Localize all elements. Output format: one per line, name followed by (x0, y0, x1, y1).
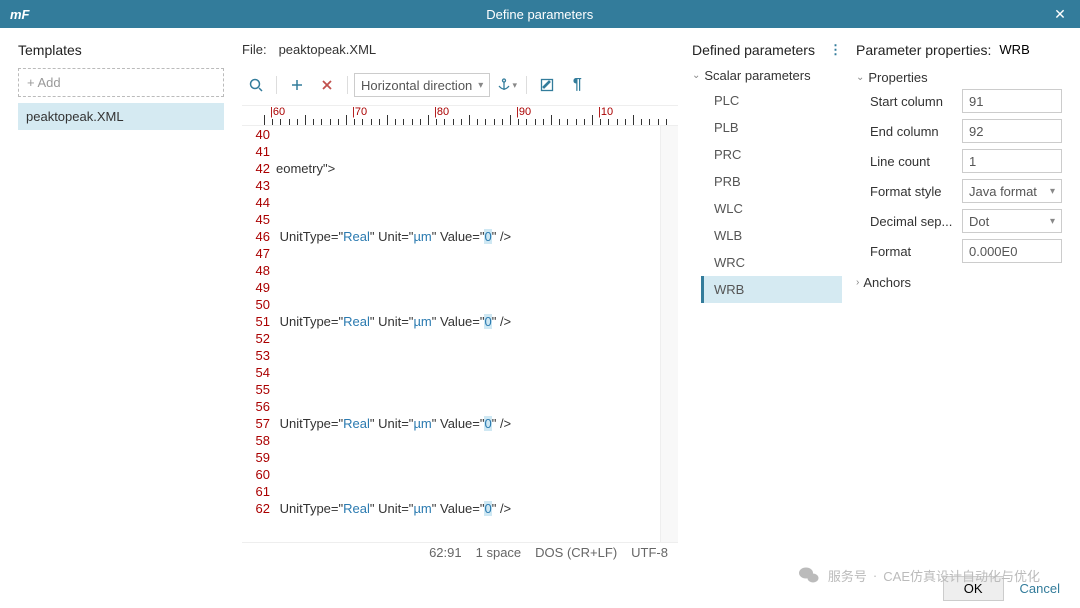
file-name: peaktopeak.XML (279, 42, 377, 57)
prop-end-column: End column (870, 119, 1062, 143)
editor-panel: File: peaktopeak.XML Horizontal directio… (234, 28, 686, 568)
scalar-group[interactable]: ⌄ Scalar parameters (692, 68, 842, 83)
footer: OK Cancel (0, 568, 1080, 608)
param-item[interactable]: PRB (704, 168, 842, 195)
anchors-section[interactable]: › Anchors (856, 275, 1062, 290)
status-indent: 1 space (476, 545, 522, 560)
file-label: File: (242, 42, 267, 57)
ruler: |60|70|80|90|10 (242, 105, 678, 125)
templates-heading: Templates (18, 42, 224, 58)
status-eol: DOS (CR+LF) (535, 545, 617, 560)
statusbar: 62:91 1 space DOS (CR+LF) UTF-8 (242, 542, 678, 562)
prop-format: Format (870, 239, 1062, 263)
status-position: 62:91 (429, 545, 462, 560)
code-editor[interactable]: 4041424344454647484950515253545556575859… (242, 125, 678, 542)
main-area: Templates + Add peaktopeak.XML File: pea… (0, 28, 1080, 568)
prop-start-column: Start column (870, 89, 1062, 113)
defined-heading: Defined parameters (692, 42, 815, 58)
add-template-button[interactable]: + Add (18, 68, 224, 97)
direction-select[interactable]: Horizontal direction ▾ (354, 73, 490, 97)
properties-panel: Parameter properties: WRB ⌄ Properties S… (846, 28, 1076, 568)
param-item[interactable]: WRB (701, 276, 842, 303)
format-input[interactable] (962, 239, 1062, 263)
param-item[interactable]: PLB (704, 114, 842, 141)
editor-toolbar: Horizontal direction ▾ ▾ ¶ (242, 69, 678, 101)
minimap[interactable] (660, 126, 678, 542)
props-name: WRB (999, 42, 1029, 58)
properties-section[interactable]: ⌄ Properties (856, 70, 1062, 85)
cancel-button[interactable]: Cancel (1020, 581, 1060, 596)
chevron-down-icon: ⌄ (692, 70, 700, 81)
titlebar: mF Define parameters ✕ (0, 0, 1080, 28)
param-item[interactable]: WRC (704, 249, 842, 276)
template-item[interactable]: peaktopeak.XML (18, 103, 224, 130)
status-encoding: UTF-8 (631, 545, 668, 560)
line-count-input[interactable] (962, 149, 1062, 173)
app-logo: mF (0, 7, 40, 22)
param-item[interactable]: PLC (704, 87, 842, 114)
search-icon[interactable] (242, 73, 270, 97)
param-item[interactable]: WLB (704, 222, 842, 249)
line-gutter: 4041424344454647484950515253545556575859… (242, 126, 276, 542)
pilcrow-icon[interactable]: ¶ (563, 73, 591, 97)
format-style-select[interactable]: Java format▾ (962, 179, 1062, 203)
file-row: File: peaktopeak.XML (242, 42, 678, 57)
decimal-sep-select[interactable]: Dot▾ (962, 209, 1062, 233)
more-icon[interactable]: ⋮ (829, 42, 842, 58)
close-icon[interactable]: ✕ (1040, 6, 1080, 23)
code-area[interactable]: eometry"> UnitType="Real" Unit="µm" Valu… (276, 126, 660, 542)
chevron-down-icon: ▾ (478, 80, 483, 91)
plus-icon[interactable] (283, 73, 311, 97)
edit-icon[interactable] (533, 73, 561, 97)
defined-panel: Defined parameters ⋮ ⌄ Scalar parameters… (686, 28, 846, 568)
prop-line-count: Line count (870, 149, 1062, 173)
group-label: Scalar parameters (704, 68, 810, 83)
param-list: PLCPLBPRCPRBWLCWLBWRCWRB (704, 87, 842, 303)
param-item[interactable]: PRC (704, 141, 842, 168)
chevron-down-icon: ⌄ (856, 72, 864, 83)
end-column-input[interactable] (962, 119, 1062, 143)
remove-icon[interactable] (313, 73, 341, 97)
prop-format-style: Format style Java format▾ (870, 179, 1062, 203)
start-column-input[interactable] (962, 89, 1062, 113)
chevron-right-icon: › (856, 277, 859, 288)
prop-decimal-sep: Decimal sep... Dot▾ (870, 209, 1062, 233)
ok-button[interactable]: OK (943, 576, 1004, 601)
templates-panel: Templates + Add peaktopeak.XML (4, 28, 234, 568)
param-item[interactable]: WLC (704, 195, 842, 222)
props-heading: Parameter properties: (856, 42, 991, 58)
direction-label: Horizontal direction (361, 78, 472, 93)
window-title: Define parameters (40, 7, 1041, 22)
anchor-icon[interactable]: ▾ (492, 73, 520, 97)
